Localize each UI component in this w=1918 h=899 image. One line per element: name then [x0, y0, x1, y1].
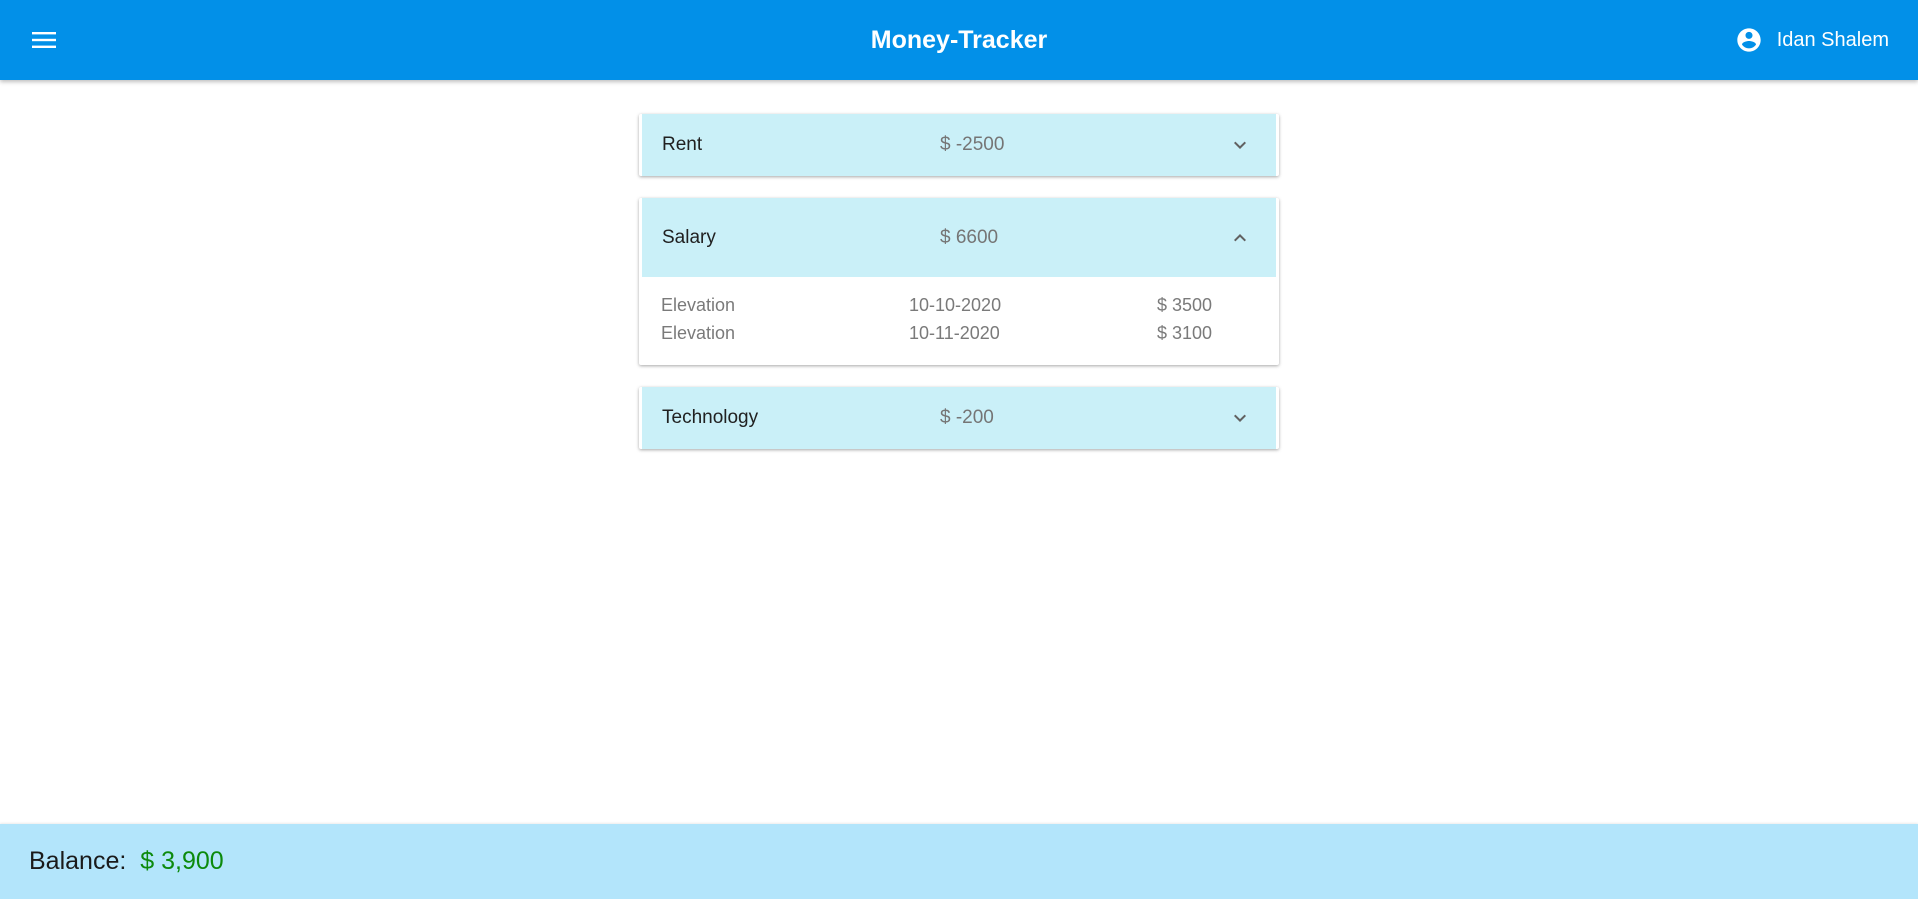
category-name: Rent — [662, 134, 703, 155]
transaction-row: Elevation 10-11-2020 $ 3100 — [661, 319, 1259, 347]
category-name: Technology — [662, 407, 759, 428]
app-title: Money-Tracker — [870, 26, 1048, 54]
transaction-source: Elevation — [661, 322, 736, 343]
transaction-date: 10-11-2020 — [909, 322, 1000, 343]
category-header-salary[interactable]: Salary $ 6600 — [642, 198, 1276, 277]
category-details: Elevation 10-10-2020 $ 3500 Elevation 10… — [639, 277, 1279, 365]
category-amount: $ -200 — [940, 407, 994, 428]
transaction-row: Elevation 10-10-2020 $ 3500 — [661, 291, 1259, 319]
transaction-amount: $ 3500 — [1157, 294, 1213, 315]
category-header-technology[interactable]: Technology $ -200 — [642, 387, 1276, 449]
transaction-date: 10-10-2020 — [909, 294, 1002, 315]
menu-button[interactable] — [24, 22, 64, 58]
chevron-down-icon[interactable] — [1228, 133, 1252, 157]
category-panel-rent: Rent $ -2500 — [639, 114, 1279, 176]
account-circle-icon — [1737, 28, 1761, 52]
category-panel-salary: Salary $ 6600 Elevation 10-10-2020 $ 350… — [639, 198, 1279, 365]
chevron-up-icon[interactable] — [1228, 226, 1252, 250]
menu-icon — [32, 32, 56, 48]
transaction-source: Elevation — [661, 294, 736, 315]
category-panel-technology: Technology $ -200 — [639, 387, 1279, 449]
app-bar: Money-Tracker Idan Shalem — [0, 0, 1918, 80]
category-name: Salary — [662, 226, 716, 248]
transaction-amount: $ 3100 — [1157, 322, 1213, 343]
category-amount: $ -2500 — [940, 134, 1005, 155]
user-name: Idan Shalem — [1776, 28, 1889, 51]
chevron-down-icon[interactable] — [1228, 406, 1252, 430]
category-header-rent[interactable]: Rent $ -2500 — [642, 114, 1276, 176]
balance-value: $ 3,900 — [140, 847, 224, 875]
balance-bar: Balance: $ 3,900 — [0, 824, 1918, 899]
user-account-button[interactable]: Idan Shalem — [1735, 24, 1889, 56]
category-list: Rent $ -2500 Salary $ 6600 Elevation 10-… — [639, 114, 1279, 471]
category-amount: $ 6600 — [940, 226, 999, 248]
balance-label: Balance: — [29, 847, 127, 875]
